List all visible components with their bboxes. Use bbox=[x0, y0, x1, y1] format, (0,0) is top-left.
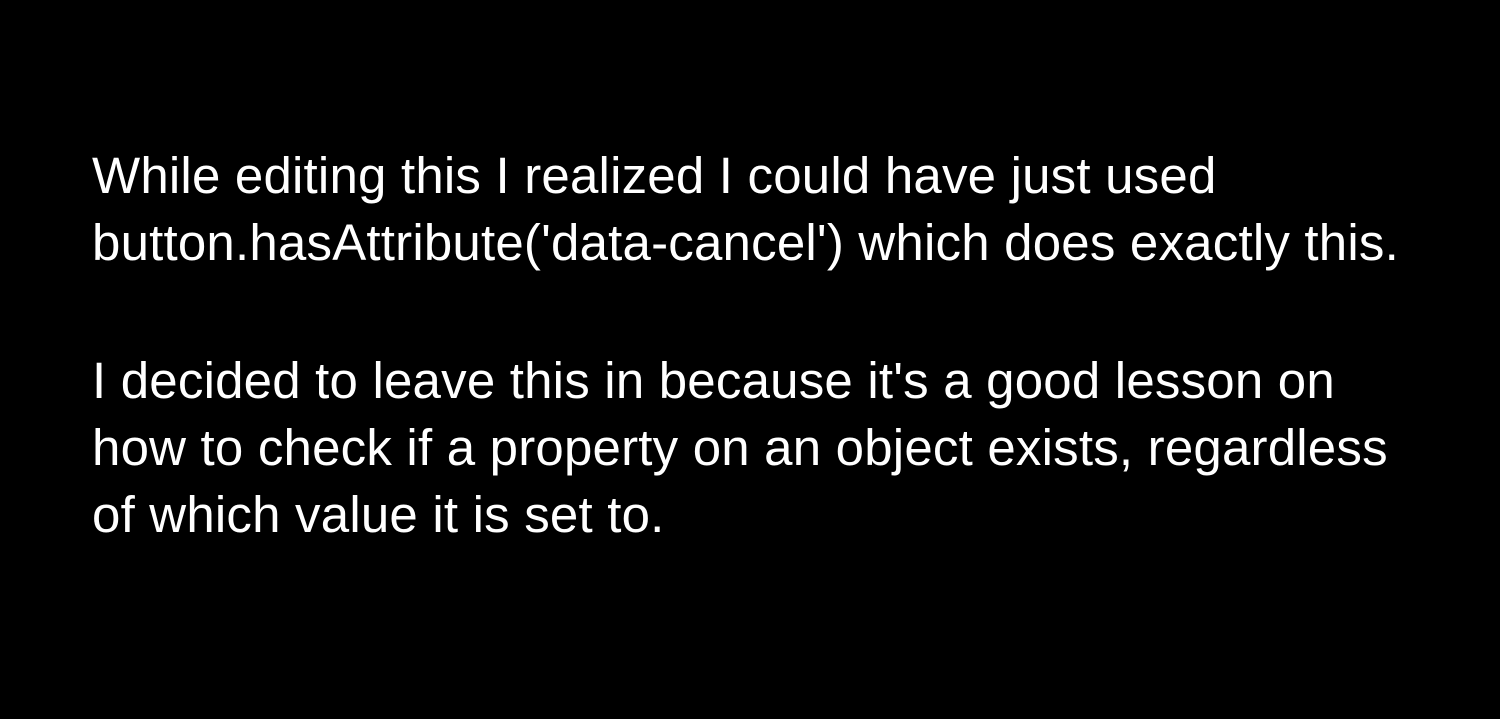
paragraph-1: While editing this I realized I could ha… bbox=[92, 142, 1412, 277]
paragraph-2: I decided to leave this in because it's … bbox=[92, 347, 1412, 549]
slide-content: While editing this I realized I could ha… bbox=[92, 142, 1412, 549]
